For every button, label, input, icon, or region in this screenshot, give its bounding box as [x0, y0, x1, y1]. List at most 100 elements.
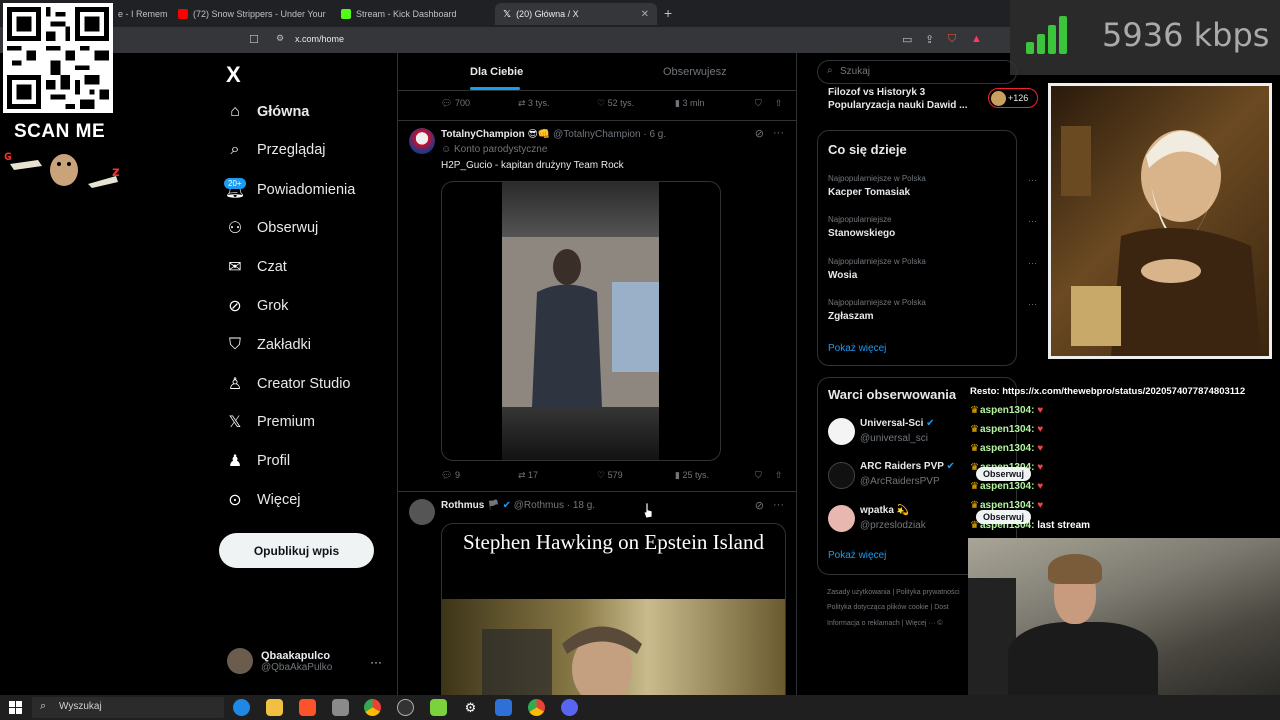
tab-following[interactable]: Obserwujesz — [663, 66, 727, 78]
edge-icon[interactable] — [233, 699, 250, 716]
youtube-icon — [178, 9, 188, 19]
obs-icon[interactable] — [397, 699, 414, 716]
nav-follow[interactable]: ⚇ Obserwuj — [225, 214, 318, 242]
site-info-icon[interactable]: ⚙ — [276, 33, 284, 44]
bookmark-icon[interactable]: ⛉ — [755, 470, 762, 481]
account-switcher[interactable]: Qbaakapulco @QbaAkaPulko — [227, 648, 332, 674]
trend-meta: Najpopularniejsze — [828, 215, 892, 224]
app-icon[interactable] — [430, 699, 447, 716]
nav-more[interactable]: ⊙ Więcej — [225, 486, 300, 514]
bookmark-icon[interactable]: ⛉ — [755, 98, 762, 109]
image-photo — [442, 599, 785, 695]
tweet-video[interactable] — [441, 181, 721, 461]
nav-chat[interactable]: ✉ Czat — [225, 253, 287, 281]
more-dots-icon[interactable]: ··· — [1028, 258, 1037, 268]
avatar[interactable] — [828, 418, 855, 445]
browser-tab[interactable]: Stream - Kick Dashboard — [333, 3, 493, 25]
tweet-author[interactable]: TotalnyChampion 😎👊 @TotalnyChampion · 6 … — [441, 129, 666, 140]
show-more-link[interactable]: Pokaż więcej — [828, 550, 886, 561]
settings-icon[interactable]: ⚙ — [462, 699, 479, 716]
nav-bookmarks[interactable]: ⛉ Zakładki — [225, 331, 311, 359]
grok-icon: ⊘ — [228, 298, 242, 315]
views-button[interactable]: ▮ 25 tys. — [675, 470, 709, 481]
avatar[interactable] — [409, 128, 435, 154]
reply-button[interactable]: 💬︎ 700 — [441, 98, 470, 109]
grok-icon[interactable]: ⊘ — [755, 127, 764, 140]
rewards-icon[interactable]: ▲ — [971, 33, 982, 45]
verified-icon: ✔ — [926, 418, 935, 429]
more-dots-icon[interactable]: ··· — [773, 499, 784, 511]
app-icon[interactable] — [332, 699, 349, 716]
chrome-icon[interactable] — [528, 699, 545, 716]
taskbar-search[interactable]: ⌕ Wyszukaj — [32, 697, 224, 718]
discord-icon[interactable] — [561, 699, 578, 716]
calculator-icon[interactable] — [495, 699, 512, 716]
tweet-author[interactable]: Rothmus 🏴︎ ✔ @Rothmus · 18 g. — [441, 500, 595, 511]
tweet-image[interactable]: Stephen Hawking on Epstein Island — [441, 523, 786, 695]
new-tab-button[interactable]: + — [664, 5, 672, 21]
views-button[interactable]: ▮ 3 mln — [675, 98, 704, 109]
share-icon[interactable]: ⇧ — [775, 470, 783, 481]
grok-icon[interactable]: ⊘ — [755, 499, 764, 512]
more-dots-icon[interactable]: ··· — [1028, 175, 1037, 185]
search-placeholder: Szukaj — [840, 66, 871, 77]
share-icon[interactable]: ⇪ — [925, 33, 934, 46]
hand-cursor-icon — [643, 503, 653, 519]
search-input[interactable]: ⌕ Szukaj — [817, 60, 1017, 84]
close-icon[interactable]: ✕ — [641, 9, 649, 20]
more-dots-icon[interactable]: ··· — [1028, 216, 1037, 226]
follow-button[interactable]: Obserwuj — [976, 467, 1032, 481]
avatar[interactable] — [828, 462, 855, 489]
brave-shield-icon[interactable]: ⛉ — [948, 33, 956, 46]
trend-name[interactable]: Stanowskiego — [828, 228, 895, 239]
account-name[interactable]: Universal-Sci ✔ — [860, 418, 935, 429]
trend-name[interactable]: Wosia — [828, 270, 857, 281]
account-name[interactable]: wpatka 💫 — [860, 505, 909, 516]
tab-for-you[interactable]: Dla Ciebie — [470, 66, 523, 78]
nav-profile[interactable]: ♟ Profil — [225, 447, 290, 475]
timeline-tabs: Dla Ciebie Obserwujesz — [398, 53, 796, 91]
nav-premium[interactable]: 𝕏 Premium — [225, 408, 315, 436]
reply-button[interactable]: 💬︎ 9 — [441, 470, 460, 481]
avatar[interactable] — [409, 499, 435, 525]
bitrate-widget: 5936 kbps — [1010, 0, 1280, 75]
trend-name[interactable]: Kacper Tomasiak — [828, 187, 910, 198]
browser-tab[interactable]: (72) Snow Strippers - Under Your — [170, 3, 328, 25]
nav-grok[interactable]: ⊘ Grok — [225, 292, 288, 320]
tab-label: e - I Remem — [118, 9, 168, 19]
repost-button[interactable]: ⇄ 17 — [518, 470, 538, 481]
chrome-icon[interactable] — [364, 699, 381, 716]
live-space-pill[interactable]: +126 — [988, 88, 1038, 108]
x-logo[interactable]: X — [226, 62, 241, 88]
account-name[interactable]: ARC Raiders PVP ✔ — [860, 461, 955, 472]
repost-button[interactable]: ⇄ 3 tys. — [518, 98, 550, 109]
file-explorer-icon[interactable] — [266, 699, 283, 716]
nav-creator-studio[interactable]: ♙ Creator Studio — [225, 370, 351, 398]
nav-home[interactable]: ⌂ Główna — [225, 98, 309, 126]
like-button[interactable]: ♡ 52 tys. — [597, 98, 634, 109]
live-space-title[interactable]: Filozof vs Historyk 3 Popularyzacja nauk… — [828, 86, 978, 112]
footer-links[interactable]: Informacja o reklamach | Więcej ··· © — [827, 620, 943, 627]
like-button[interactable]: ♡ 579 — [597, 470, 623, 481]
show-more-link[interactable]: Pokaż więcej — [828, 343, 886, 354]
more-dots-icon[interactable]: ··· — [370, 655, 382, 669]
cast-icon[interactable]: ▭ — [902, 33, 912, 46]
post-button[interactable]: Opublikuj wpis — [219, 533, 374, 568]
more-dots-icon[interactable]: ··· — [773, 127, 784, 139]
url-field[interactable]: x.com/home — [295, 34, 344, 44]
more-dots-icon[interactable]: ··· — [1028, 299, 1037, 309]
follow-button[interactable]: Obserwuj — [976, 510, 1032, 524]
browser-tab[interactable]: e - I Remem — [110, 3, 172, 25]
footer-links[interactable]: Zasady użytkowania | Polityka prywatnośc… — [827, 589, 960, 596]
avatar[interactable] — [828, 505, 855, 532]
trends-title: Co się dzieje — [828, 142, 907, 157]
browser-tab-active[interactable]: 𝕏 (20) Główna / X ✕ — [495, 3, 657, 25]
trend-name[interactable]: Zgłaszam — [828, 311, 874, 322]
live-count: +126 — [1008, 93, 1029, 103]
bookmark-icon[interactable]: ☐ — [249, 33, 259, 46]
nav-explore[interactable]: ⌕ Przeglądaj — [225, 136, 326, 164]
footer-links[interactable]: Polityka dotycząca plików cookie | Dost — [827, 604, 949, 611]
windows-start-icon[interactable] — [9, 701, 22, 714]
share-icon[interactable]: ⇧ — [775, 98, 783, 109]
brave-icon[interactable] — [299, 699, 316, 716]
